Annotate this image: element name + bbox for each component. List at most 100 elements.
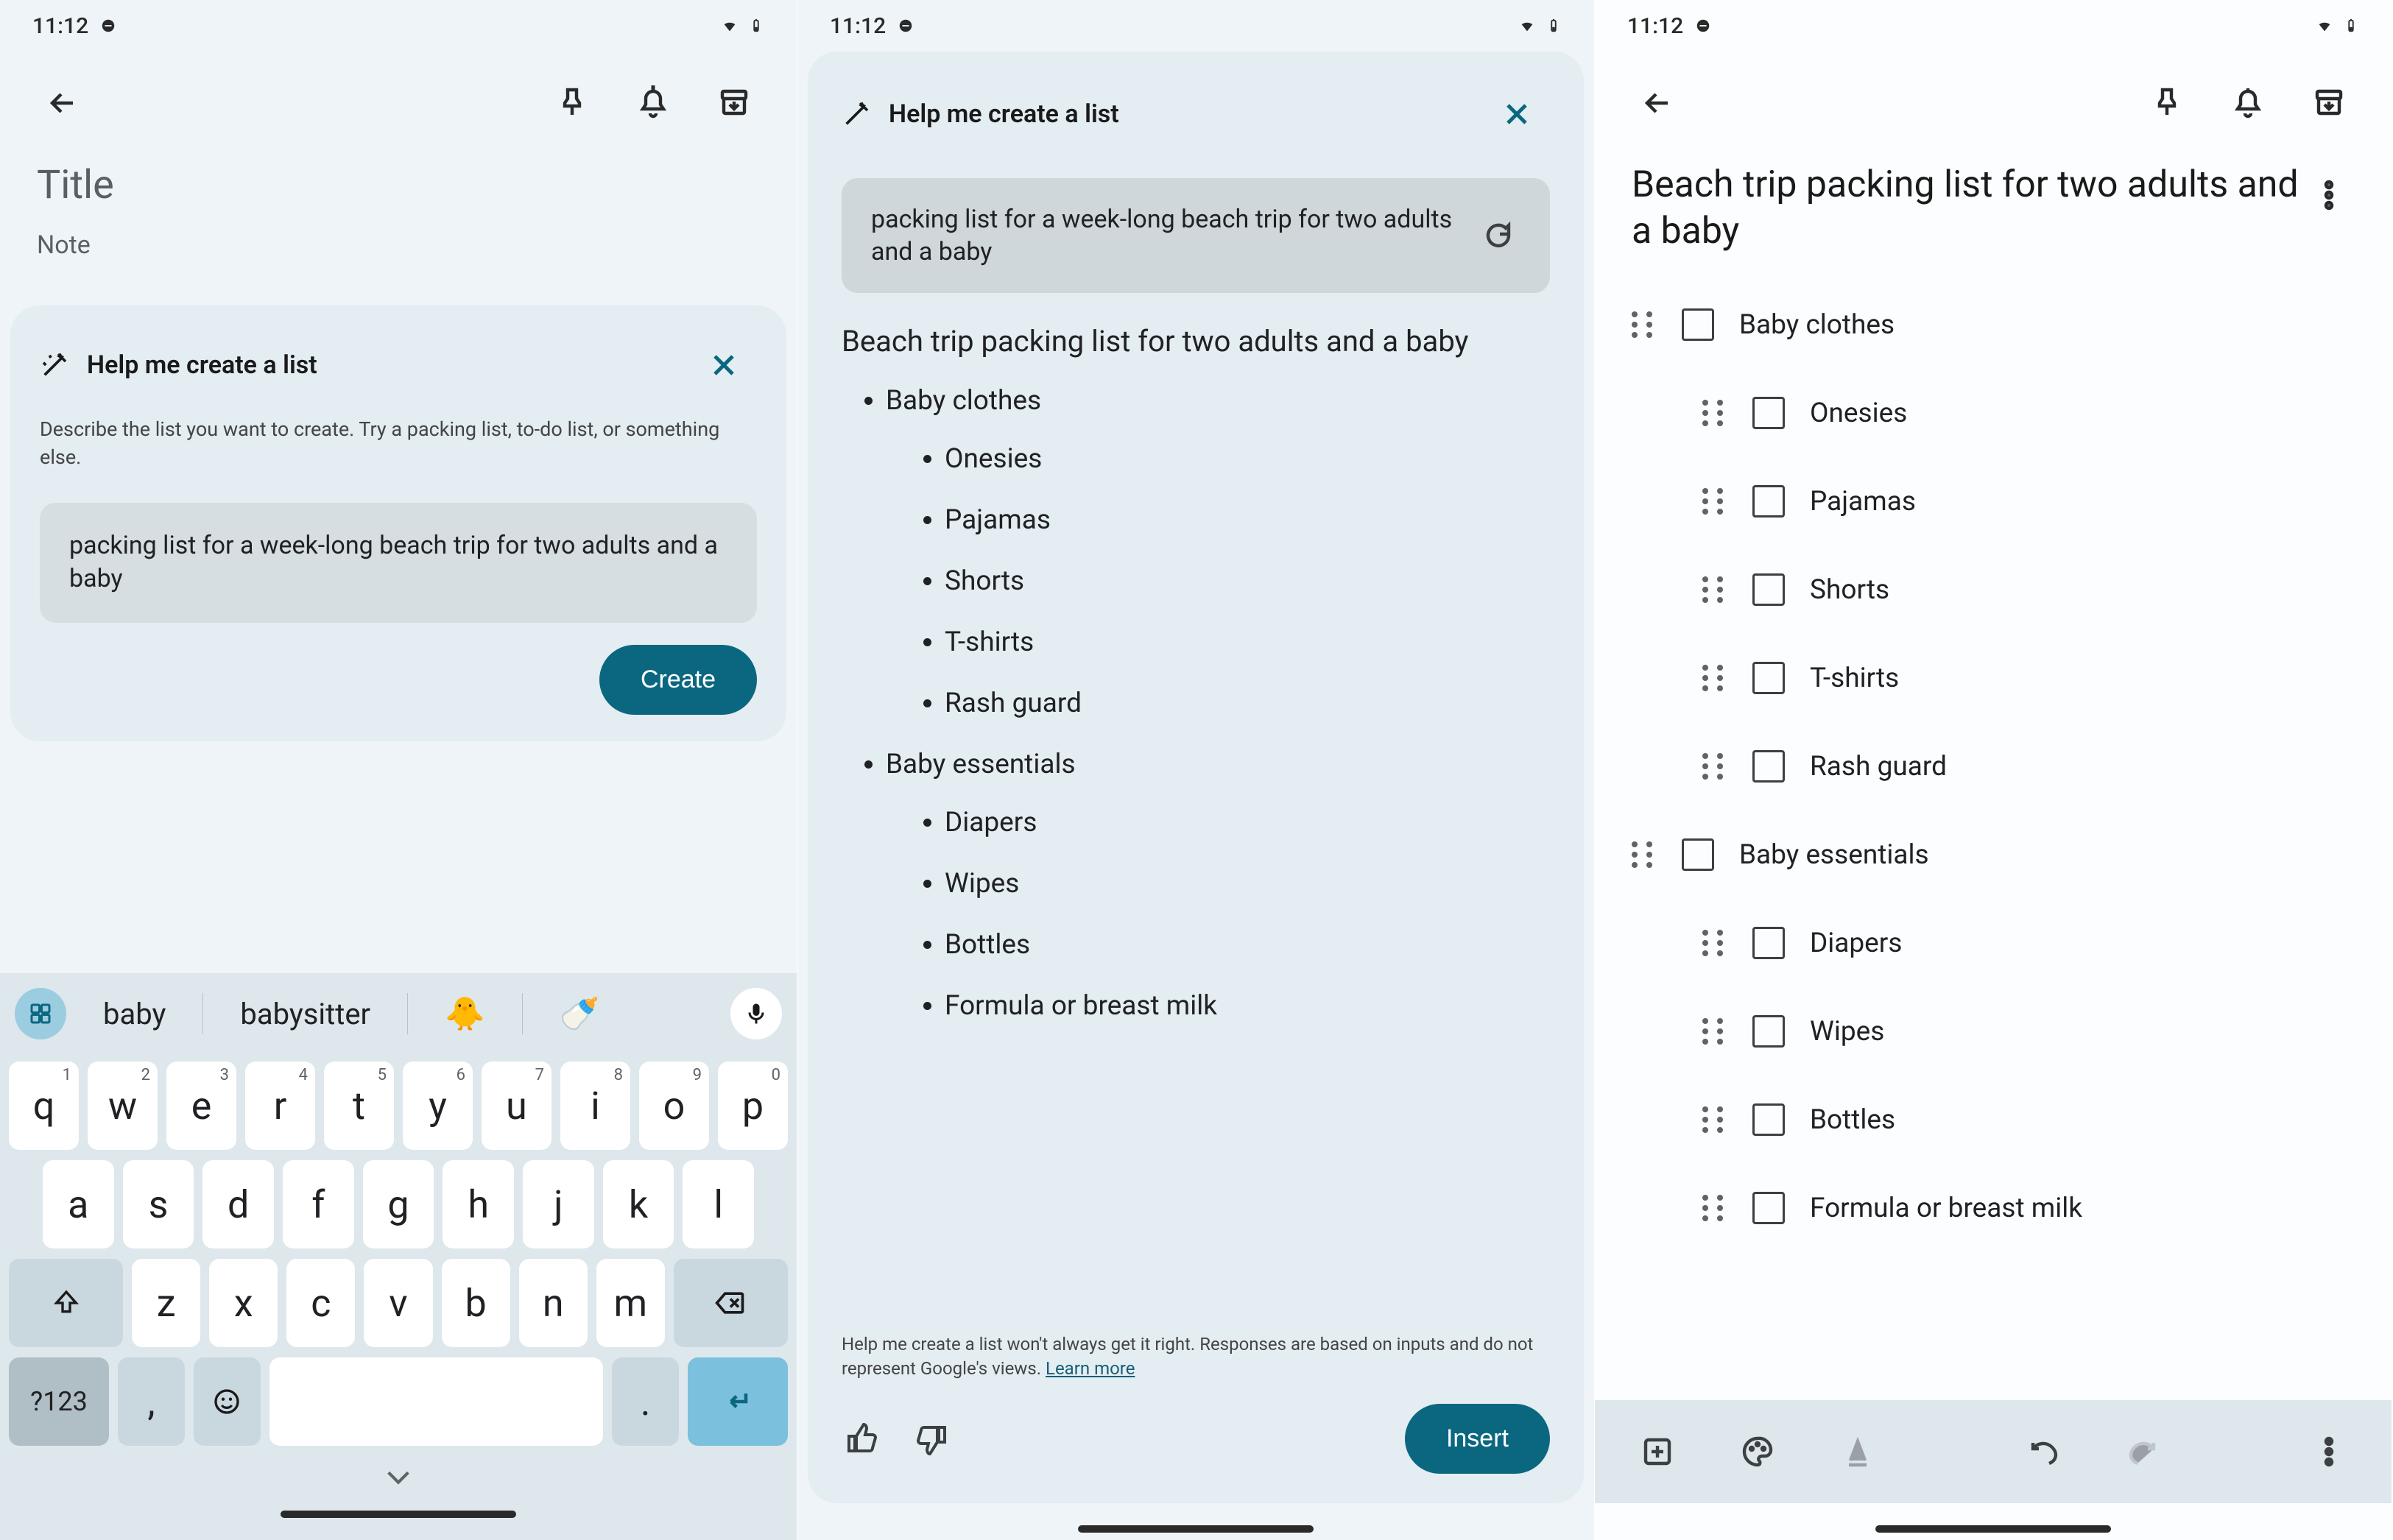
key-d[interactable]: d [202, 1160, 274, 1248]
note-body-placeholder[interactable]: Note [37, 230, 760, 260]
ai-prompt-input[interactable]: packing list for a week-long beach trip … [40, 503, 757, 624]
checklist-item-label[interactable]: Pajamas [1810, 486, 1916, 518]
learn-more-link[interactable]: Learn more [1046, 1358, 1135, 1379]
archive-button[interactable] [701, 70, 767, 136]
suggestion-2[interactable]: babysitter [211, 997, 400, 1031]
checklist-item[interactable]: Rash guard [1632, 722, 2355, 810]
key-t[interactable]: t5 [324, 1062, 394, 1150]
redo-button[interactable] [2110, 1419, 2177, 1485]
archive-button[interactable] [2296, 70, 2362, 136]
drag-handle-icon[interactable] [1702, 576, 1727, 603]
key-s[interactable]: s [123, 1160, 194, 1248]
note-title-placeholder[interactable]: Title [37, 162, 760, 208]
checklist-item-label[interactable]: Baby clothes [1739, 309, 1895, 341]
checklist-item[interactable]: Diapers [1632, 899, 2355, 987]
key-n[interactable]: n [519, 1259, 588, 1347]
key-h[interactable]: h [443, 1160, 514, 1248]
key-i[interactable]: i8 [560, 1062, 630, 1150]
checkbox[interactable] [1752, 750, 1785, 783]
back-button[interactable] [1624, 70, 1691, 136]
back-button[interactable] [29, 70, 96, 136]
drag-handle-icon[interactable] [1702, 400, 1727, 426]
drag-handle-icon[interactable] [1632, 311, 1657, 338]
key-x[interactable]: x [209, 1259, 278, 1347]
checklist-item-label[interactable]: Bottles [1810, 1104, 1895, 1136]
checklist-item[interactable]: Shorts [1632, 545, 2355, 634]
checklist-item-label[interactable]: Shorts [1810, 574, 1889, 606]
text-format-button[interactable] [1825, 1419, 1891, 1485]
backspace-key[interactable] [674, 1259, 788, 1347]
drag-handle-icon[interactable] [1702, 753, 1727, 780]
checklist-item[interactable]: Baby essentials [1632, 810, 2355, 899]
checklist-item-label[interactable]: T-shirts [1810, 663, 1899, 694]
drag-handle-icon[interactable] [1702, 488, 1727, 515]
key-b[interactable]: b [442, 1259, 510, 1347]
key-g[interactable]: g [363, 1160, 434, 1248]
close-ai-panel-button[interactable] [1484, 81, 1550, 147]
emoji-suggestion-bottle[interactable]: 🍼 [530, 995, 630, 1033]
keyboard-apps-button[interactable] [15, 988, 66, 1039]
checkbox[interactable] [1752, 662, 1785, 694]
checklist-item-label[interactable]: Diapers [1810, 928, 1902, 959]
note-title[interactable]: Beach trip packing list for two adults a… [1595, 162, 2392, 254]
drag-handle-icon[interactable] [1702, 665, 1727, 691]
key-y[interactable]: y6 [403, 1062, 473, 1150]
drag-handle-icon[interactable] [1702, 1195, 1727, 1221]
key-q[interactable]: q1 [9, 1062, 79, 1150]
checklist-item-label[interactable]: Formula or breast milk [1810, 1193, 2082, 1224]
space-key[interactable] [269, 1357, 604, 1446]
checklist-item[interactable]: Pajamas [1632, 457, 2355, 545]
key-f[interactable]: f [283, 1160, 354, 1248]
thumbs-up-button[interactable] [842, 1417, 886, 1461]
emoji-key[interactable] [194, 1357, 261, 1446]
thumbs-down-button[interactable] [908, 1417, 952, 1461]
chevron-down-icon[interactable] [384, 1466, 413, 1488]
checklist-item-label[interactable]: Rash guard [1810, 751, 1947, 783]
key-r[interactable]: r4 [245, 1062, 315, 1150]
checklist-item-label[interactable]: Wipes [1810, 1016, 1884, 1048]
voice-input-button[interactable] [730, 988, 782, 1039]
checklist-item[interactable]: Bottles [1632, 1075, 2355, 1164]
suggestion-1[interactable]: baby [74, 997, 195, 1031]
checklist-item[interactable]: Formula or breast milk [1632, 1164, 2355, 1252]
checkbox[interactable] [1682, 308, 1714, 341]
key-e[interactable]: e3 [166, 1062, 236, 1150]
reminder-button[interactable] [620, 70, 686, 136]
checklist-item[interactable]: Onesies [1632, 369, 2355, 457]
key-j[interactable]: j [523, 1160, 594, 1248]
drag-handle-icon[interactable] [1702, 930, 1727, 956]
enter-key[interactable] [688, 1357, 788, 1446]
emoji-suggestion-chick[interactable]: 🐥 [415, 995, 515, 1033]
shift-key[interactable] [9, 1259, 123, 1347]
list-more-button[interactable] [2296, 162, 2362, 228]
checklist-item[interactable]: T-shirts [1632, 634, 2355, 722]
nav-handle[interactable] [1875, 1525, 2111, 1533]
key-u[interactable]: u7 [482, 1062, 551, 1150]
key-p[interactable]: p0 [718, 1062, 788, 1150]
drag-handle-icon[interactable] [1702, 1106, 1727, 1133]
note-editor[interactable]: Title Note [0, 155, 797, 260]
drag-handle-icon[interactable] [1702, 1018, 1727, 1045]
close-ai-panel-button[interactable] [691, 332, 757, 398]
add-button[interactable] [1624, 1419, 1691, 1485]
key-k[interactable]: k [603, 1160, 674, 1248]
undo-button[interactable] [2010, 1419, 2076, 1485]
checklist-item-label[interactable]: Baby essentials [1739, 839, 1929, 871]
symbols-key[interactable]: ?123 [9, 1357, 109, 1446]
period-key[interactable]: . [612, 1357, 679, 1446]
create-button[interactable]: Create [599, 645, 757, 715]
pin-button[interactable] [539, 70, 605, 136]
checklist-item-label[interactable]: Onesies [1810, 398, 1907, 429]
key-c[interactable]: c [286, 1259, 355, 1347]
comma-key[interactable]: , [118, 1357, 185, 1446]
checkbox[interactable] [1682, 838, 1714, 871]
checkbox[interactable] [1752, 1103, 1785, 1136]
checkbox[interactable] [1752, 1015, 1785, 1048]
regenerate-button[interactable] [1476, 213, 1520, 258]
key-a[interactable]: a [43, 1160, 114, 1248]
nav-handle[interactable] [281, 1511, 516, 1518]
checkbox[interactable] [1752, 485, 1785, 518]
more-button[interactable] [2296, 1419, 2362, 1485]
checkbox[interactable] [1752, 927, 1785, 959]
keyboard[interactable]: baby babysitter 🐥 🍼 q1w2e3r4t5y6u7i8o9p0… [0, 973, 797, 1540]
